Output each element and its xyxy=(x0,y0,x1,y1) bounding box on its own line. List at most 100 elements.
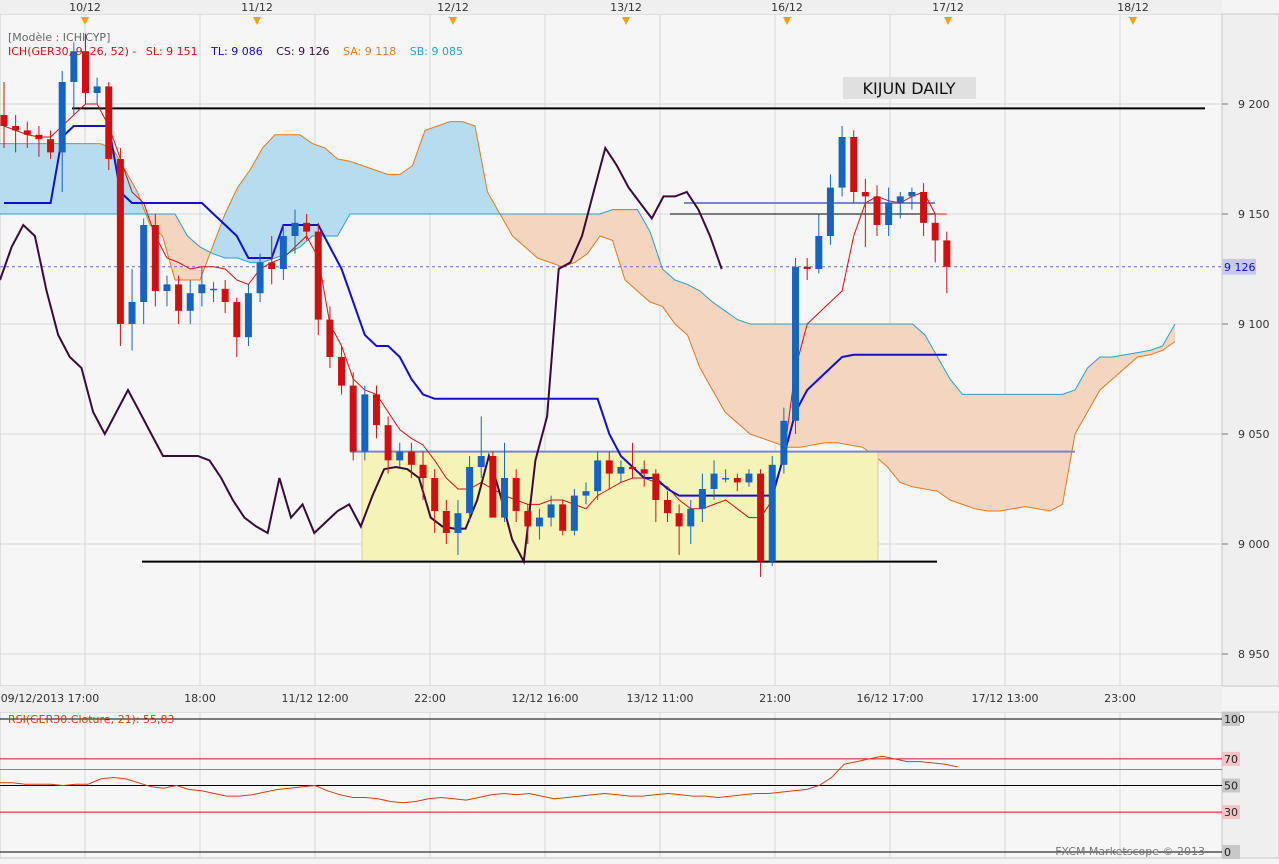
chart-svg: 9 200 9 150 9 100 9 050 9 000 8 950 9 126 10/12… xyxy=(0,0,1279,859)
candle-down xyxy=(12,126,20,131)
cloud-bull-segment xyxy=(62,143,75,214)
cloud-bear-segment xyxy=(862,324,875,456)
cloud-bull-segment xyxy=(75,143,88,214)
candle-down xyxy=(116,159,124,324)
price-label: 9 050 xyxy=(1238,428,1270,441)
cloud-bear-segment xyxy=(762,324,775,443)
top-date-label: 12/12 xyxy=(437,1,469,14)
candle-down xyxy=(0,115,8,126)
candle-up xyxy=(256,262,264,294)
indicator-legend: ICH(GER30, 9, 26, 52) - SL: 9 151 TL: 9 … xyxy=(8,45,463,58)
legend-sl: SL: 9 151 xyxy=(146,45,198,58)
top-date-label: 11/12 xyxy=(241,1,273,14)
candle-up xyxy=(687,508,695,527)
rsi-level-label: 0 xyxy=(1224,846,1231,859)
kijun-daily-annotation: KIJUN DAILY xyxy=(863,79,956,98)
price-label: 8 950 xyxy=(1238,648,1270,661)
cloud-bear-segment xyxy=(725,310,738,423)
candle-up xyxy=(163,284,171,291)
candle-up xyxy=(186,293,194,311)
cloud-bull-segment xyxy=(325,148,338,236)
price-label: 9 000 xyxy=(1238,538,1270,551)
candle-up xyxy=(58,82,66,153)
chart-window: 9 200 9 150 9 100 9 050 9 000 8 950 9 126 10/12… xyxy=(0,0,1279,860)
cloud-bull-segment xyxy=(262,134,275,263)
rsi-level-label: 30 xyxy=(1224,806,1238,819)
cloud-bear-segment xyxy=(550,214,563,267)
cloud-bear-segment xyxy=(562,214,575,267)
cloud-bull-segment xyxy=(437,121,450,214)
price-axis[interactable] xyxy=(1221,13,1279,687)
candle-down xyxy=(326,319,334,357)
rsi-level-label: 70 xyxy=(1224,753,1238,766)
rsi-title: RSI(GER30.Cloture, 21): 55,83 xyxy=(8,713,175,726)
cloud-bear-segment xyxy=(850,324,863,448)
legend-sb: SB: 9 085 xyxy=(410,45,463,58)
candle-down xyxy=(803,266,811,269)
candle-down xyxy=(512,478,520,511)
time-label: 23:00 xyxy=(1104,692,1136,705)
cloud-bull-segment xyxy=(312,143,325,236)
candle-up xyxy=(722,478,730,480)
cloud-bear-segment xyxy=(900,324,913,487)
candle-up xyxy=(780,420,788,465)
cloud-bull-segment xyxy=(50,143,63,214)
legend-cs: CS: 9 126 xyxy=(276,45,329,58)
candle-up xyxy=(140,225,148,302)
candle-down xyxy=(372,394,380,426)
cloud-bull-segment xyxy=(450,121,463,214)
time-label: 16/12 17:00 xyxy=(857,692,924,705)
candle-up xyxy=(244,293,252,338)
top-date-label: 10/12 xyxy=(69,1,101,14)
candle-up xyxy=(396,451,404,461)
cloud-bear-segment xyxy=(837,324,850,445)
candle-down xyxy=(943,240,951,267)
rsi-level-label: 100 xyxy=(1224,713,1245,726)
cloud-bear-segment xyxy=(975,394,988,511)
rsi-level-label: 50 xyxy=(1224,780,1238,793)
candle-up xyxy=(535,517,543,527)
candle-up xyxy=(582,491,590,496)
candle-down xyxy=(663,500,671,514)
candle-up xyxy=(745,473,753,483)
cloud-bear-segment xyxy=(1000,394,1013,511)
cloud-bear-segment xyxy=(950,379,963,505)
candle-down xyxy=(629,467,637,470)
candle-down xyxy=(314,231,322,320)
candle-up xyxy=(361,394,369,452)
cloud-bear-segment xyxy=(1037,394,1050,511)
top-date-label: 16/12 xyxy=(771,1,803,14)
candle-down xyxy=(233,302,241,338)
main-pane[interactable] xyxy=(0,13,1223,687)
candle-down xyxy=(559,504,567,531)
candle-down xyxy=(931,222,939,241)
candle-up xyxy=(547,504,555,518)
candle-down xyxy=(35,134,43,140)
candle-down xyxy=(850,137,858,192)
cloud-bull-segment xyxy=(350,161,363,214)
candle-up xyxy=(501,478,509,518)
candle-down xyxy=(442,511,450,533)
candle-down xyxy=(303,222,311,232)
cloud-bear-segment xyxy=(875,324,888,467)
candle-up xyxy=(838,137,846,188)
candle-up xyxy=(93,86,101,93)
candle-down xyxy=(105,86,113,159)
legend-tl: TL: 9 086 xyxy=(210,45,263,58)
candle-down xyxy=(489,456,497,518)
cloud-bear-segment xyxy=(825,324,838,443)
candle-down xyxy=(524,511,532,527)
candle-down xyxy=(652,473,660,500)
candle-down xyxy=(675,513,683,527)
candle-down xyxy=(47,139,55,153)
cloud-bear-segment xyxy=(887,324,900,483)
time-label: 17/12 13:00 xyxy=(972,692,1039,705)
candle-down xyxy=(640,469,648,474)
candle-up xyxy=(885,203,893,225)
top-date-label: 13/12 xyxy=(610,1,642,14)
candle-up xyxy=(466,467,474,514)
candle-down xyxy=(757,473,765,562)
top-date-label: 17/12 xyxy=(932,1,964,14)
candle-down xyxy=(338,357,346,386)
legend-sa: SA: 9 118 xyxy=(343,45,396,58)
